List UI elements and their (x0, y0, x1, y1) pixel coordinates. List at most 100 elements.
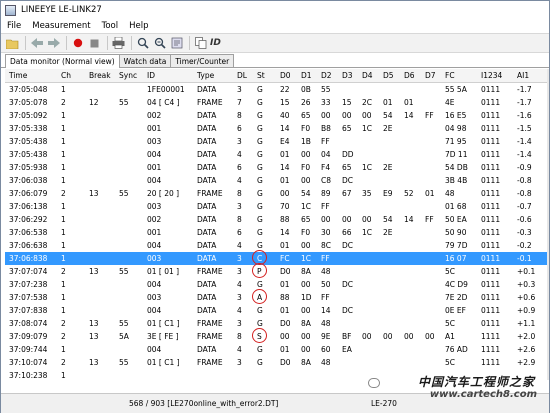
menu-help[interactable]: Help (129, 21, 148, 31)
cell-d2: 14 (321, 306, 331, 315)
cell-d4: 1C (362, 124, 373, 133)
table-row[interactable]: 37:06:138 1 003 DATA 3 G 70 1C FF 01 68 0111 -0.7 (5, 200, 547, 213)
search-next-icon[interactable] (152, 36, 167, 51)
table-row[interactable]: 37:06:638 1 004 DATA 4 G 01 00 8C DC 79 7D 0111 -0.2 (5, 239, 547, 252)
window-title: LINEEYE LE-LINK27 (21, 5, 102, 15)
cell-time: 37:06:538 (9, 228, 48, 237)
col-header-ai1[interactable]: AI1 (517, 69, 529, 83)
cell-time: 37:10:238 (9, 371, 48, 380)
cell-dl: 8 (237, 111, 242, 120)
table-row[interactable]: 37:05:338 1 001 DATA 6 G 14 F0 B8 65 1C 2E 04 98 0111… (5, 122, 547, 135)
col-header-sync[interactable]: Sync (119, 69, 137, 83)
col-header-time[interactable]: Time (9, 69, 27, 83)
cell-fc: 55 5A (445, 85, 467, 94)
menu-measurement[interactable]: Measurement (32, 21, 90, 31)
table-row[interactable]: 37:05:092 1 002 DATA 8 G 40 65 00 00 00 54 14 FF 16 E5… (5, 109, 547, 122)
search-icon[interactable] (135, 36, 150, 51)
cell-i1234: 0111 (481, 280, 501, 289)
table-row[interactable]: 37:05:078 2 12 55 04 [ C4 ] FRAME 7 G 15 26 33 15 2C… (5, 96, 547, 109)
col-header-dl[interactable]: DL (237, 69, 247, 83)
table-row[interactable]: 37:05:048 1 1FE00001 DATA 3 G 22 0B 55 55 5A 0111 -… (5, 83, 547, 96)
toolbar: ID (1, 33, 549, 53)
tab-watch-data[interactable]: Watch data (118, 54, 172, 67)
table-row[interactable]: 37:09:744 1 004 DATA 4 G 01 00 60 EA 76 AD 1111 +2.6 (5, 343, 547, 356)
cell-i1234: 0111 (481, 241, 501, 250)
record-icon[interactable] (70, 36, 85, 51)
col-header-d7[interactable]: D7 (425, 69, 436, 83)
table-row[interactable]: 37:06:079 2 13 55 20 [ 20 ] FRAME 8 G 00 54 89 67 35… (5, 187, 547, 200)
cell-fc: 5C (445, 358, 456, 367)
cell-d2: FF (321, 137, 330, 146)
col-header-d2[interactable]: D2 (321, 69, 332, 83)
back-icon[interactable] (29, 36, 44, 51)
cell-d3: 66 (342, 228, 352, 237)
tab-timer-counter[interactable]: Timer/Counter (170, 54, 235, 67)
menu-tool[interactable]: Tool (102, 21, 119, 31)
table-row[interactable]: 37:05:438 1 003 DATA 3 G E4 1B FF 71 95 0111 -1.4 (5, 135, 547, 148)
col-header-type[interactable]: Type (197, 69, 214, 83)
vertical-scrollbar[interactable] (547, 69, 549, 380)
table-row[interactable]: 37:06:292 1 002 DATA 8 G 88 65 00 00 00 54 14 FF 50 EA… (5, 213, 547, 226)
col-header-d5[interactable]: D5 (383, 69, 394, 83)
cell-break: 13 (89, 267, 99, 276)
chat-bubble-icon (368, 378, 380, 388)
cell-fc: 71 95 (445, 137, 467, 146)
table-row[interactable]: 37:06:538 1 001 DATA 6 G 14 F0 30 66 1C 2E 50 90 0111… (5, 226, 547, 239)
menu-file[interactable]: File (7, 21, 21, 31)
cell-ch: 1 (61, 163, 66, 172)
table-row[interactable]: 37:10:074 2 13 55 01 [ C1 ] FRAME 3 G D0 8A 48 5C 11… (5, 356, 547, 369)
cell-d1: 1C (301, 254, 312, 263)
col-header-i1234[interactable]: I1234 (481, 69, 502, 83)
cell-fc: 7D 11 (445, 150, 468, 159)
cell-d0: 14 (280, 228, 290, 237)
id-filter-button[interactable]: ID (210, 38, 221, 48)
cell-d0: D0 (280, 358, 291, 367)
print-icon[interactable] (111, 36, 126, 51)
table-row[interactable]: 37:07:074 2 13 55 01 [ 01 ] FRAME 3 P D0 8A 48 5C 01… (5, 263, 547, 278)
cell-i1234: 0111 (481, 150, 501, 159)
cell-st: G (257, 202, 263, 211)
col-header-d0[interactable]: D0 (280, 69, 291, 83)
table-row[interactable]: 37:09:079 2 13 5A 3E [ FE ] FRAME 8 S 00 00 9E BF 00… (5, 328, 547, 343)
cell-time: 37:10:074 (9, 358, 48, 367)
col-header-break[interactable]: Break (89, 69, 111, 83)
cell-d3: BF (342, 332, 352, 341)
cell-fc: 0E EF (445, 306, 466, 315)
cell-fc: 16 E5 (445, 111, 467, 120)
cell-ch: 1 (61, 137, 66, 146)
table-row[interactable]: 37:06:038 1 004 DATA 4 G 01 00 C8 DC 3B 4B 0111 -0.8 (5, 174, 547, 187)
col-header-d3[interactable]: D3 (342, 69, 353, 83)
cell-time: 37:07:238 (9, 280, 48, 289)
col-header-id[interactable]: ID (147, 69, 155, 83)
cell-time: 37:05:438 (9, 150, 48, 159)
cell-fc: 04 98 (445, 124, 467, 133)
cell-break: 13 (89, 319, 99, 328)
table-row[interactable]: 37:05:938 1 001 DATA 6 G 14 F0 F4 65 1C 2E 54 DB 0111… (5, 161, 547, 174)
cell-ch: 1 (61, 293, 66, 302)
cell-type: DATA (197, 85, 217, 94)
tab-data-monitor[interactable]: Data monitor (Normal view) (5, 54, 120, 68)
col-header-d4[interactable]: D4 (362, 69, 373, 83)
config-icon[interactable] (169, 36, 184, 51)
stop-icon[interactable] (87, 36, 102, 51)
col-header-st[interactable]: St (257, 69, 265, 83)
col-header-ch[interactable]: Ch (61, 69, 71, 83)
table-row[interactable]: 37:07:538 1 003 DATA 3 A 88 1D FF 7E 2D 0111 +0.6 (5, 289, 547, 304)
toolbar-separator (131, 36, 132, 50)
copy-icon[interactable] (193, 36, 208, 51)
col-header-d1[interactable]: D1 (301, 69, 312, 83)
grid-header: Time Ch Break Sync ID Type DL St D0 D1 D… (5, 69, 547, 83)
table-row[interactable]: 37:05:438 1 004 DATA 4 G 01 00 04 DD 7D 11 0111 -1.4 (5, 148, 547, 161)
col-header-fc[interactable]: FC (445, 69, 455, 83)
cell-type: DATA (197, 293, 217, 302)
cell-sync: 55 (119, 358, 129, 367)
open-icon[interactable] (5, 36, 20, 51)
table-row[interactable]: 37:07:838 1 004 DATA 4 G 01 00 14 DC 0E EF 0111 +0.9 (5, 304, 547, 317)
cell-i1234: 0111 (481, 98, 501, 107)
table-row[interactable]: 37:08:074 2 13 55 01 [ C1 ] FRAME 3 G D0 8A 48 5C 01… (5, 317, 547, 330)
cell-fc: 79 7D (445, 241, 468, 250)
table-row[interactable]: 37:07:238 1 004 DATA 4 G 01 00 50 DC 4C D9 0111 +0.3 (5, 278, 547, 291)
table-row[interactable]: 37:06:838 1 003 DATA 3 C FC 1C FF 16 07 0111 -0.1 (5, 250, 547, 265)
col-header-d6[interactable]: D6 (404, 69, 415, 83)
forward-icon[interactable] (46, 36, 61, 51)
